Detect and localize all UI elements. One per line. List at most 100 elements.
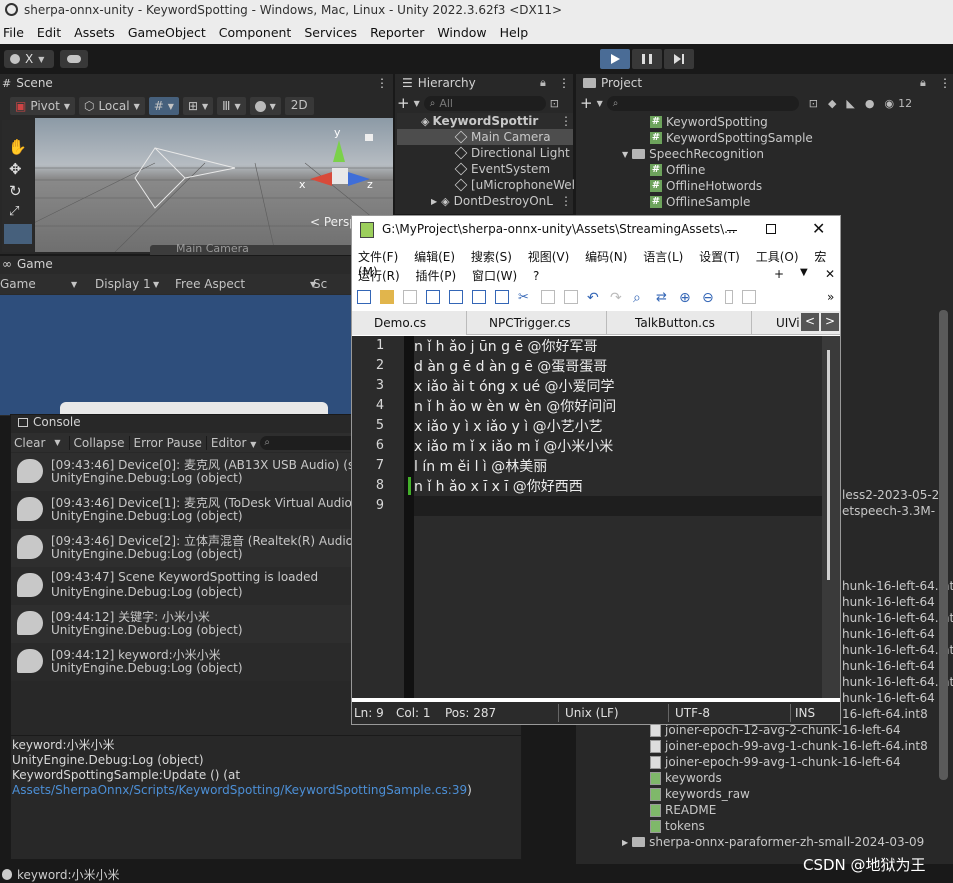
draw-mode-button[interactable]: ▼ [249,97,281,115]
save-all-icon[interactable] [426,290,440,304]
grid-button[interactable]: ⊞ ▼ [182,97,214,115]
chevron-down-icon[interactable]: ▼ [414,99,420,108]
menu-help[interactable]: ? [533,269,539,283]
menu-services[interactable]: Services [304,25,357,40]
more-options-icon[interactable]: ⋮ [558,76,570,90]
project-item[interactable]: hunk-16-left-64 [842,658,935,674]
console-log-entry[interactable]: [09:43:46] Device[1]: 麦克风 (ToDesk Virtua… [11,491,351,529]
print-icon[interactable] [495,290,509,304]
project-item[interactable]: hunk-16-left-64 [842,690,935,706]
tab-scroll-left-icon[interactable]: < [801,313,819,331]
move-tool-icon[interactable]: ✥ [9,160,22,178]
paste-icon[interactable] [564,290,578,304]
project-item[interactable]: less2-2023-05-2 [842,487,939,503]
project-item[interactable]: joiner-epoch-99-avg-1-chunk-16-left-64.i… [650,738,928,754]
menu-gameobject[interactable]: GameObject [128,25,206,40]
maximize-icon[interactable] [766,224,776,234]
scene-visibility-icon[interactable]: ⊡ [550,97,559,110]
project-item[interactable]: # OfflineSample [650,194,750,210]
visibility-icon[interactable]: ◉ [885,97,895,110]
status-message[interactable]: keyword:小米小米 [17,866,120,883]
persp-label[interactable]: < Persp [310,215,357,229]
project-item[interactable]: tokens [650,818,705,834]
menu-view[interactable]: 视图(V) [528,250,570,264]
sync-scroll-icon[interactable] [725,290,733,304]
scale-tool-icon[interactable]: ⤢ [9,204,19,219]
warning-icon[interactable]: ● [865,97,875,110]
close-icon[interactable]: ✕ [812,219,825,238]
tab-hierarchy[interactable]: ☰ Hierarchy [402,76,476,90]
lock-icon[interactable]: 🔒︎ [920,76,926,90]
project-item[interactable]: hunk-16-left-64 [842,594,935,610]
tab-npctrigger[interactable]: NPCTrigger.cs [467,311,607,335]
more-options-icon[interactable]: ⋮ [376,76,388,90]
project-item[interactable]: # KeywordSpottingSample [650,130,813,146]
menu-encoding[interactable]: 编码(N) [585,250,627,264]
add-icon[interactable]: + [397,94,410,112]
rotate-tool-icon[interactable]: ↻ [9,182,22,200]
lock-icon[interactable]: 🔒︎ [540,76,546,90]
menu-reporter[interactable]: Reporter [370,25,424,40]
copy-icon[interactable] [541,290,555,304]
more-options-icon[interactable]: ⋮ [560,114,572,128]
local-dropdown[interactable]: ⬡ Local ▼ [78,97,145,115]
open-file-icon[interactable] [380,290,394,304]
menu-edit[interactable]: Edit [37,25,61,40]
hierarchy-root[interactable]: ◈ KeywordSpottir ⋮ [397,113,573,129]
project-item[interactable]: README [650,802,716,818]
aspect-dropdown[interactable]: Free Aspect ▼ [175,277,325,291]
hierarchy-item[interactable]: Directional Light [397,145,570,161]
play-button[interactable] [600,49,630,69]
replace-icon[interactable]: ⇄ [656,290,670,305]
hierarchy-search-input[interactable]: ⌕ All [423,95,546,111]
hierarchy-item[interactable]: Main Camera [397,129,573,145]
zoom-out-icon[interactable]: ⊖ [702,290,716,306]
tab-list-icon[interactable]: ▼ [800,267,808,278]
tab-uivi[interactable]: UIVi [752,311,802,335]
hierarchy-ddol[interactable]: ▶ ◈ DontDestroyOnL ⋮ [397,193,573,209]
console-log-entry[interactable]: [09:43:46] Device[0]: 麦克风 (AB13X USB Aud… [11,453,351,491]
tab-scene[interactable]: # Scene [2,76,53,90]
2d-toggle[interactable]: 2D [284,97,314,115]
scale-label[interactable]: Sc [313,277,327,291]
cut-icon[interactable]: ✂ [518,290,532,305]
menu-assets[interactable]: Assets [74,25,115,40]
project-item[interactable]: # Offline [650,162,705,178]
project-item[interactable]: hunk-16-left-64 [842,626,935,642]
project-item[interactable]: hunk-16-left-64.int8 [842,674,953,690]
menu-help[interactable]: Help [500,25,529,40]
console-log-entry[interactable]: [09:43:46] Device[2]: 立体声混音 (Realtek(R) … [11,529,351,567]
hierarchy-item[interactable]: [uMicrophoneWel [397,177,575,193]
menu-language[interactable]: 语言(L) [643,250,683,264]
wrap-icon[interactable] [742,290,756,304]
menu-plugins[interactable]: 插件(P) [416,269,457,283]
scroll-thumb[interactable] [827,350,830,580]
new-tab-icon[interactable]: + [774,267,784,281]
project-item[interactable]: joiner-epoch-99-avg-1-chunk-16-left-64 [650,754,901,770]
project-search-input[interactable]: ⌕ [606,95,799,111]
rect-tool-icon[interactable] [4,224,32,244]
tab-scroll-right-icon[interactable]: > [821,313,839,331]
scene-viewport[interactable]: y x z < Persp [35,118,393,252]
status-encoding[interactable]: UTF-8 [675,706,710,720]
project-item[interactable]: etspeech-3.3M- [842,503,935,519]
chevron-down-icon[interactable]: ▼ [54,438,60,447]
save-icon[interactable] [403,290,417,304]
more-tools-icon[interactable]: » [827,290,834,304]
zoom-in-icon[interactable]: ⊕ [679,290,693,306]
label-icon[interactable]: ◣ [846,97,854,110]
menu-component[interactable]: Component [219,25,292,40]
account-dropdown[interactable]: X ▼ [4,50,54,68]
menu-tools[interactable]: 工具(O) [756,250,799,264]
editor-dropdown[interactable]: Editor ▼ [205,435,261,450]
project-item[interactable]: 16-left-64.int8 [842,706,928,722]
tab-talkbutton[interactable]: TalkButton.cs [607,311,752,335]
increment-snap-button[interactable]: Ⅲ ▼ [217,97,246,115]
menu-settings[interactable]: 设置(T) [699,250,740,264]
menu-search[interactable]: 搜索(S) [471,250,512,264]
tab-console[interactable]: Console [18,415,81,429]
cloud-button[interactable] [60,50,88,68]
search-by-type-icon[interactable]: ⊡ [809,97,818,110]
project-item[interactable]: hunk-16-left-64.int8 [842,578,953,594]
more-options-icon[interactable]: ⋮ [560,194,572,208]
